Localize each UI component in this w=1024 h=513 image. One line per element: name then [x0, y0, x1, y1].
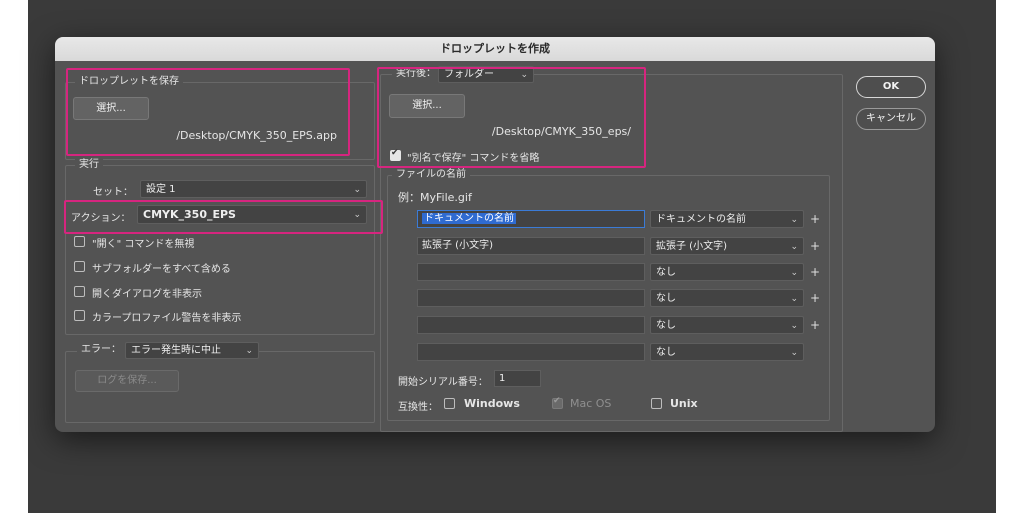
naming-select-1[interactable]: ドキュメントの名前 ⌄ — [650, 210, 804, 228]
suppress-open-dialog-checkbox[interactable] — [74, 286, 85, 297]
create-droplet-dialog: ドロップレットを作成 ドロップレットを保存 選択... /Desktop/CMY… — [55, 37, 935, 432]
naming-select-4[interactable]: なし ⌄ — [650, 289, 804, 307]
chevron-down-icon: ⌄ — [790, 294, 798, 304]
run-legend: 実行 — [75, 158, 103, 172]
add-row-button-2[interactable]: + — [810, 239, 820, 253]
chevron-down-icon: ⌄ — [790, 348, 798, 358]
ignore-open-checkbox[interactable] — [74, 236, 85, 247]
windows-checkbox[interactable] — [444, 398, 455, 409]
error-label: エラー： — [77, 343, 125, 357]
save-log-button[interactable]: ログを保存... — [75, 370, 179, 392]
set-label: セット： — [93, 187, 133, 198]
serial-label: 開始シリアル番号： — [398, 377, 488, 388]
naming-text-field-1[interactable]: ドキュメントの名前 — [417, 210, 645, 228]
chevron-down-icon: ⌄ — [790, 242, 798, 252]
include-subfolders-label: サブフォルダーをすべて含める — [92, 264, 231, 275]
add-row-button-5[interactable]: + — [810, 318, 820, 332]
chevron-down-icon: ⌄ — [353, 185, 361, 195]
error-dropdown-value: エラー発生時に中止 — [131, 345, 221, 356]
chevron-down-icon: ⌄ — [790, 215, 798, 225]
naming-text-field-3[interactable] — [417, 263, 645, 281]
suppress-profile-warning-checkbox[interactable] — [74, 310, 85, 321]
naming-text-field-2[interactable]: 拡張子 (小文字) — [417, 237, 645, 255]
suppress-profile-warning-label: カラープロファイル警告を非表示 — [92, 313, 242, 324]
set-dropdown[interactable]: 設定 1 ⌄ — [140, 180, 367, 198]
highlight-action — [64, 200, 383, 234]
dialog-title: ドロップレットを作成 — [55, 37, 935, 61]
macos-label: Mac OS — [570, 397, 612, 410]
unix-checkbox[interactable] — [651, 398, 662, 409]
naming-select-5[interactable]: なし ⌄ — [650, 316, 804, 334]
serial-number-field[interactable]: 1 — [494, 370, 541, 387]
cancel-button[interactable]: キャンセル — [856, 108, 926, 130]
suppress-open-dialog-label: 開くダイアログを非表示 — [92, 289, 202, 300]
naming-select-2[interactable]: 拡張子 (小文字) ⌄ — [650, 237, 804, 255]
chevron-down-icon: ⌄ — [790, 268, 798, 278]
highlight-save-droplet — [66, 68, 350, 156]
naming-text-field-6[interactable] — [417, 343, 645, 361]
ignore-open-label: "開く" コマンドを無視 — [92, 239, 195, 250]
macos-checkbox[interactable] — [552, 396, 563, 409]
ok-button[interactable]: OK — [856, 76, 926, 98]
chevron-down-icon: ⌄ — [790, 321, 798, 331]
naming-select-3[interactable]: なし ⌄ — [650, 263, 804, 281]
compat-label: 互換性： — [398, 402, 438, 413]
naming-example: 例：MyFile.gif — [398, 191, 472, 204]
naming-text-field-5[interactable] — [417, 316, 645, 334]
file-naming-legend: ファイルの名前 — [392, 168, 470, 182]
naming-select-6[interactable]: なし ⌄ — [650, 343, 804, 361]
add-row-button-4[interactable]: + — [810, 291, 820, 305]
include-subfolders-checkbox[interactable] — [74, 261, 85, 272]
add-row-button-1[interactable]: + — [810, 212, 820, 226]
error-dropdown[interactable]: エラー発生時に中止 ⌄ — [125, 342, 259, 359]
unix-label: Unix — [670, 397, 698, 410]
chevron-down-icon: ⌄ — [245, 346, 253, 356]
highlight-destination — [377, 67, 646, 168]
windows-label: Windows — [464, 397, 520, 410]
set-dropdown-value: 設定 1 — [146, 184, 176, 195]
naming-text-field-4[interactable] — [417, 289, 645, 307]
add-row-button-3[interactable]: + — [810, 265, 820, 279]
